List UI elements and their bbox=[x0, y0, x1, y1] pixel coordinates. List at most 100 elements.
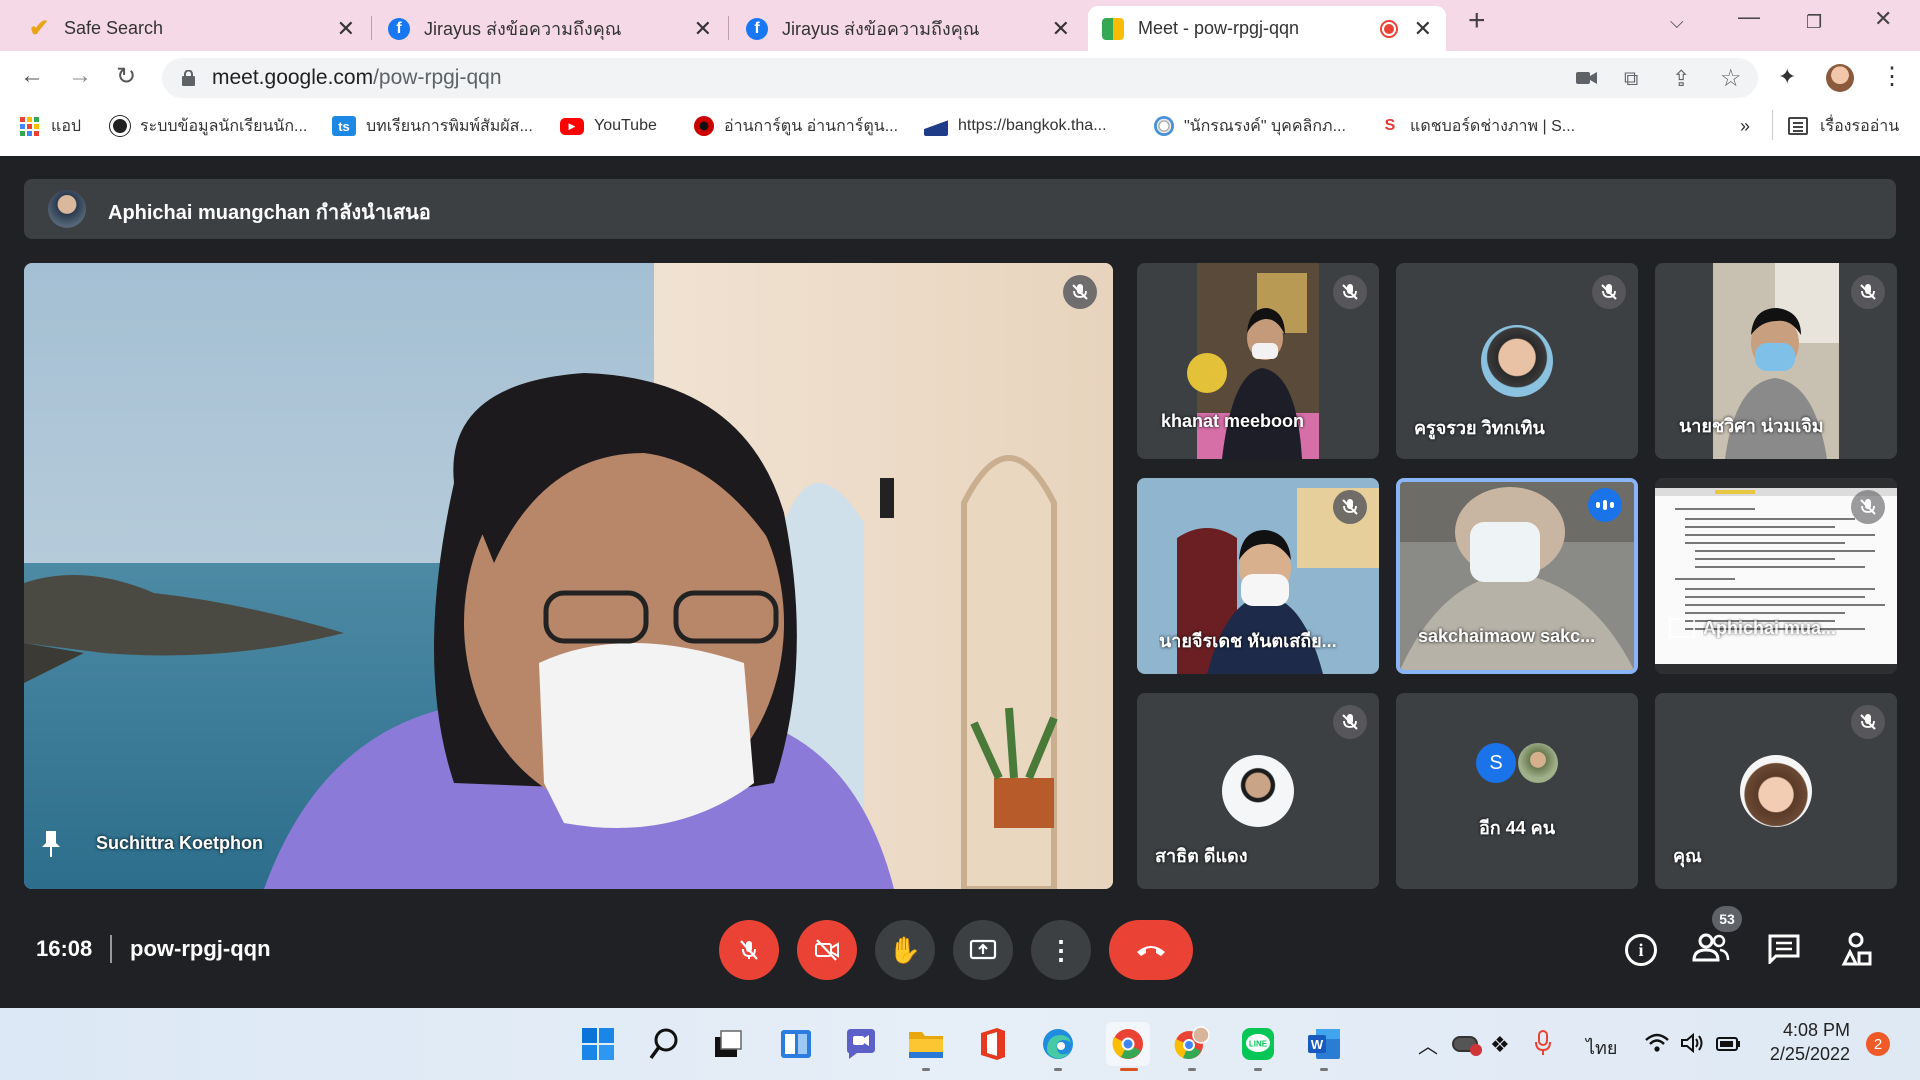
people-icon bbox=[1692, 933, 1730, 962]
pin-icon[interactable] bbox=[42, 831, 60, 862]
bookmark-cartoon[interactable]: อ่านการ์ตูน อ่านการ์ตูน... bbox=[694, 112, 898, 140]
bookmark-student-info[interactable]: ระบบข้อมูลนักเรียนนัก... bbox=[110, 112, 307, 140]
bookmark-label: บทเรียนการพิมพ์สัมผัส... bbox=[366, 117, 533, 135]
file-explorer-button[interactable] bbox=[908, 1026, 944, 1062]
share-icon[interactable]: ⇪ bbox=[1672, 66, 1690, 92]
present-now-button[interactable] bbox=[953, 920, 1013, 980]
others-avatar-photo bbox=[1518, 743, 1558, 783]
close-tab-icon[interactable]: ✕ bbox=[1052, 16, 1070, 42]
bookmarks-overflow-button[interactable]: » bbox=[1740, 112, 1750, 140]
reading-list-icon bbox=[1788, 117, 1808, 135]
bookmark-apps[interactable]: แอป bbox=[20, 112, 81, 140]
muted-mic-icon bbox=[1333, 490, 1367, 524]
edge-icon bbox=[1043, 1029, 1073, 1059]
others-count-label: อีก 44 คน bbox=[1478, 818, 1556, 838]
chrome-button[interactable] bbox=[1106, 1022, 1150, 1066]
meeting-code: pow-rpgj-qqn bbox=[130, 936, 271, 961]
chat-button[interactable] bbox=[1768, 934, 1800, 969]
mic-toggle-button[interactable] bbox=[719, 920, 779, 980]
bookmark-photographer[interactable]: S แดชบอร์ดช่างภาพ | S... bbox=[1380, 112, 1575, 140]
reading-list-label: เรื่องรออ่าน bbox=[1820, 117, 1900, 135]
forward-button[interactable]: → bbox=[68, 62, 92, 90]
volume-icon[interactable] bbox=[1680, 1032, 1706, 1059]
notification-badge[interactable]: 2 bbox=[1866, 1032, 1890, 1056]
muted-mic-icon bbox=[1063, 275, 1097, 309]
main-speaker-tile[interactable]: Suchittra Koetphon bbox=[24, 263, 1113, 889]
self-tile[interactable]: คุณ bbox=[1655, 693, 1897, 889]
tab-facebook-2[interactable]: f Jirayus ส่งข้อความถึงคุณ ✕ bbox=[732, 6, 1084, 51]
line-button[interactable]: LINE bbox=[1240, 1026, 1276, 1062]
tab-facebook-1[interactable]: f Jirayus ส่งข้อความถึงคุณ ✕ bbox=[374, 6, 726, 51]
participant-tile[interactable]: นายชวิศา น่วมเจิม bbox=[1655, 263, 1897, 459]
back-button[interactable]: ← bbox=[20, 62, 44, 90]
tab-safe-search[interactable]: ✔ Safe Search ✕ bbox=[14, 6, 369, 51]
office-button[interactable] bbox=[974, 1026, 1010, 1062]
word-button[interactable]: W bbox=[1306, 1026, 1342, 1062]
cartoon-site-icon bbox=[694, 116, 714, 136]
clock-date[interactable]: 2/25/2022 bbox=[1752, 1044, 1850, 1065]
participant-avatar bbox=[1222, 755, 1294, 827]
teams-chat-button[interactable] bbox=[842, 1026, 878, 1062]
close-tab-icon[interactable]: ✕ bbox=[1414, 16, 1432, 42]
widgets-button[interactable] bbox=[778, 1026, 814, 1062]
bookmark-star-icon[interactable]: ☆ bbox=[1720, 64, 1742, 93]
bookmark-campaign[interactable]: "นักรณรงค์" บุคคลิกภ... bbox=[1154, 112, 1346, 140]
hand-icon: ✋ bbox=[888, 934, 922, 965]
participant-avatar bbox=[1481, 325, 1553, 397]
profile-avatar[interactable] bbox=[1826, 64, 1854, 92]
reading-list-button[interactable]: เรื่องรออ่าน bbox=[1788, 112, 1899, 140]
browser-menu-icon[interactable]: ⋮ bbox=[1880, 62, 1904, 91]
onedrive-icon[interactable] bbox=[1452, 1036, 1482, 1056]
camera-in-use-icon[interactable] bbox=[1576, 70, 1598, 91]
search-button[interactable] bbox=[646, 1026, 682, 1062]
participant-tile[interactable]: สาธิต ดีแดง bbox=[1137, 693, 1379, 889]
show-hidden-icons-button[interactable]: ︿ bbox=[1418, 1030, 1438, 1059]
more-options-button[interactable]: ⋮ bbox=[1031, 920, 1091, 980]
presentation-tile[interactable]: Aphichai mua... bbox=[1655, 478, 1897, 674]
leave-call-button[interactable] bbox=[1109, 920, 1193, 980]
close-window-button[interactable]: ✕ bbox=[1874, 6, 1892, 32]
facebook-icon: f bbox=[746, 17, 768, 40]
extensions-icon[interactable]: ✦ bbox=[1778, 64, 1796, 90]
participant-tile[interactable]: khanat meeboon bbox=[1137, 263, 1379, 459]
bookmark-youtube[interactable]: ▶ YouTube bbox=[560, 112, 657, 140]
camera-off-icon bbox=[815, 939, 839, 961]
people-button[interactable] bbox=[1692, 932, 1730, 969]
chat-app-icon bbox=[847, 1029, 875, 1059]
dropbox-icon[interactable]: ❖ bbox=[1490, 1032, 1510, 1058]
clock-time[interactable]: 4:08 PM bbox=[1752, 1020, 1850, 1041]
activities-button[interactable] bbox=[1840, 932, 1872, 971]
raise-hand-button[interactable]: ✋ bbox=[875, 920, 935, 980]
bookmark-label: แดชบอร์ดช่างภาพ | S... bbox=[1410, 117, 1576, 135]
others-tile[interactable]: S อีก 44 คน bbox=[1396, 693, 1638, 889]
participant-tile[interactable]: ครูจรวย วิทกเทิน bbox=[1396, 263, 1638, 459]
url-text[interactable]: meet.google.com/pow-rpgj-qqn bbox=[212, 66, 502, 90]
bookmark-typing[interactable]: ts บทเรียนการพิมพ์สัมผัส... bbox=[332, 112, 533, 140]
lock-icon[interactable] bbox=[182, 69, 195, 86]
sun-icon bbox=[1154, 116, 1174, 136]
close-tab-icon[interactable]: ✕ bbox=[337, 16, 355, 42]
tab-meet[interactable]: Meet - pow-rpgj-qqn ✕ bbox=[1088, 6, 1446, 51]
new-tab-button[interactable]: + bbox=[1468, 4, 1486, 38]
tab-search-icon[interactable]: ⌵ bbox=[1670, 12, 1684, 33]
self-avatar bbox=[1740, 755, 1812, 827]
reload-button[interactable]: ↻ bbox=[116, 62, 136, 91]
restore-button[interactable]: ❐ bbox=[1806, 12, 1822, 33]
participant-tile[interactable]: นายจีรเดช หันตเสถีย... bbox=[1137, 478, 1379, 674]
task-view-button[interactable] bbox=[710, 1026, 746, 1062]
edge-button[interactable] bbox=[1040, 1026, 1076, 1062]
bookmark-bangkok[interactable]: https://bangkok.tha... bbox=[924, 112, 1107, 140]
chrome-profile-button[interactable] bbox=[1174, 1026, 1210, 1062]
camera-toggle-button[interactable] bbox=[797, 920, 857, 980]
close-tab-icon[interactable]: ✕ bbox=[694, 16, 712, 42]
open-in-new-icon[interactable]: ⧉ bbox=[1624, 68, 1638, 91]
input-language[interactable]: ไทย bbox=[1586, 1033, 1617, 1062]
battery-icon[interactable] bbox=[1716, 1034, 1742, 1059]
participant-tile-speaking[interactable]: sakchaimaow sakc... bbox=[1396, 478, 1638, 674]
wifi-icon[interactable] bbox=[1644, 1032, 1670, 1059]
minimize-button[interactable]: — bbox=[1738, 4, 1760, 30]
microphone-tray-icon[interactable] bbox=[1534, 1030, 1552, 1061]
meeting-details-button[interactable]: i bbox=[1625, 934, 1657, 966]
start-button[interactable] bbox=[580, 1026, 616, 1062]
shutterstock-icon: S bbox=[1380, 116, 1400, 136]
